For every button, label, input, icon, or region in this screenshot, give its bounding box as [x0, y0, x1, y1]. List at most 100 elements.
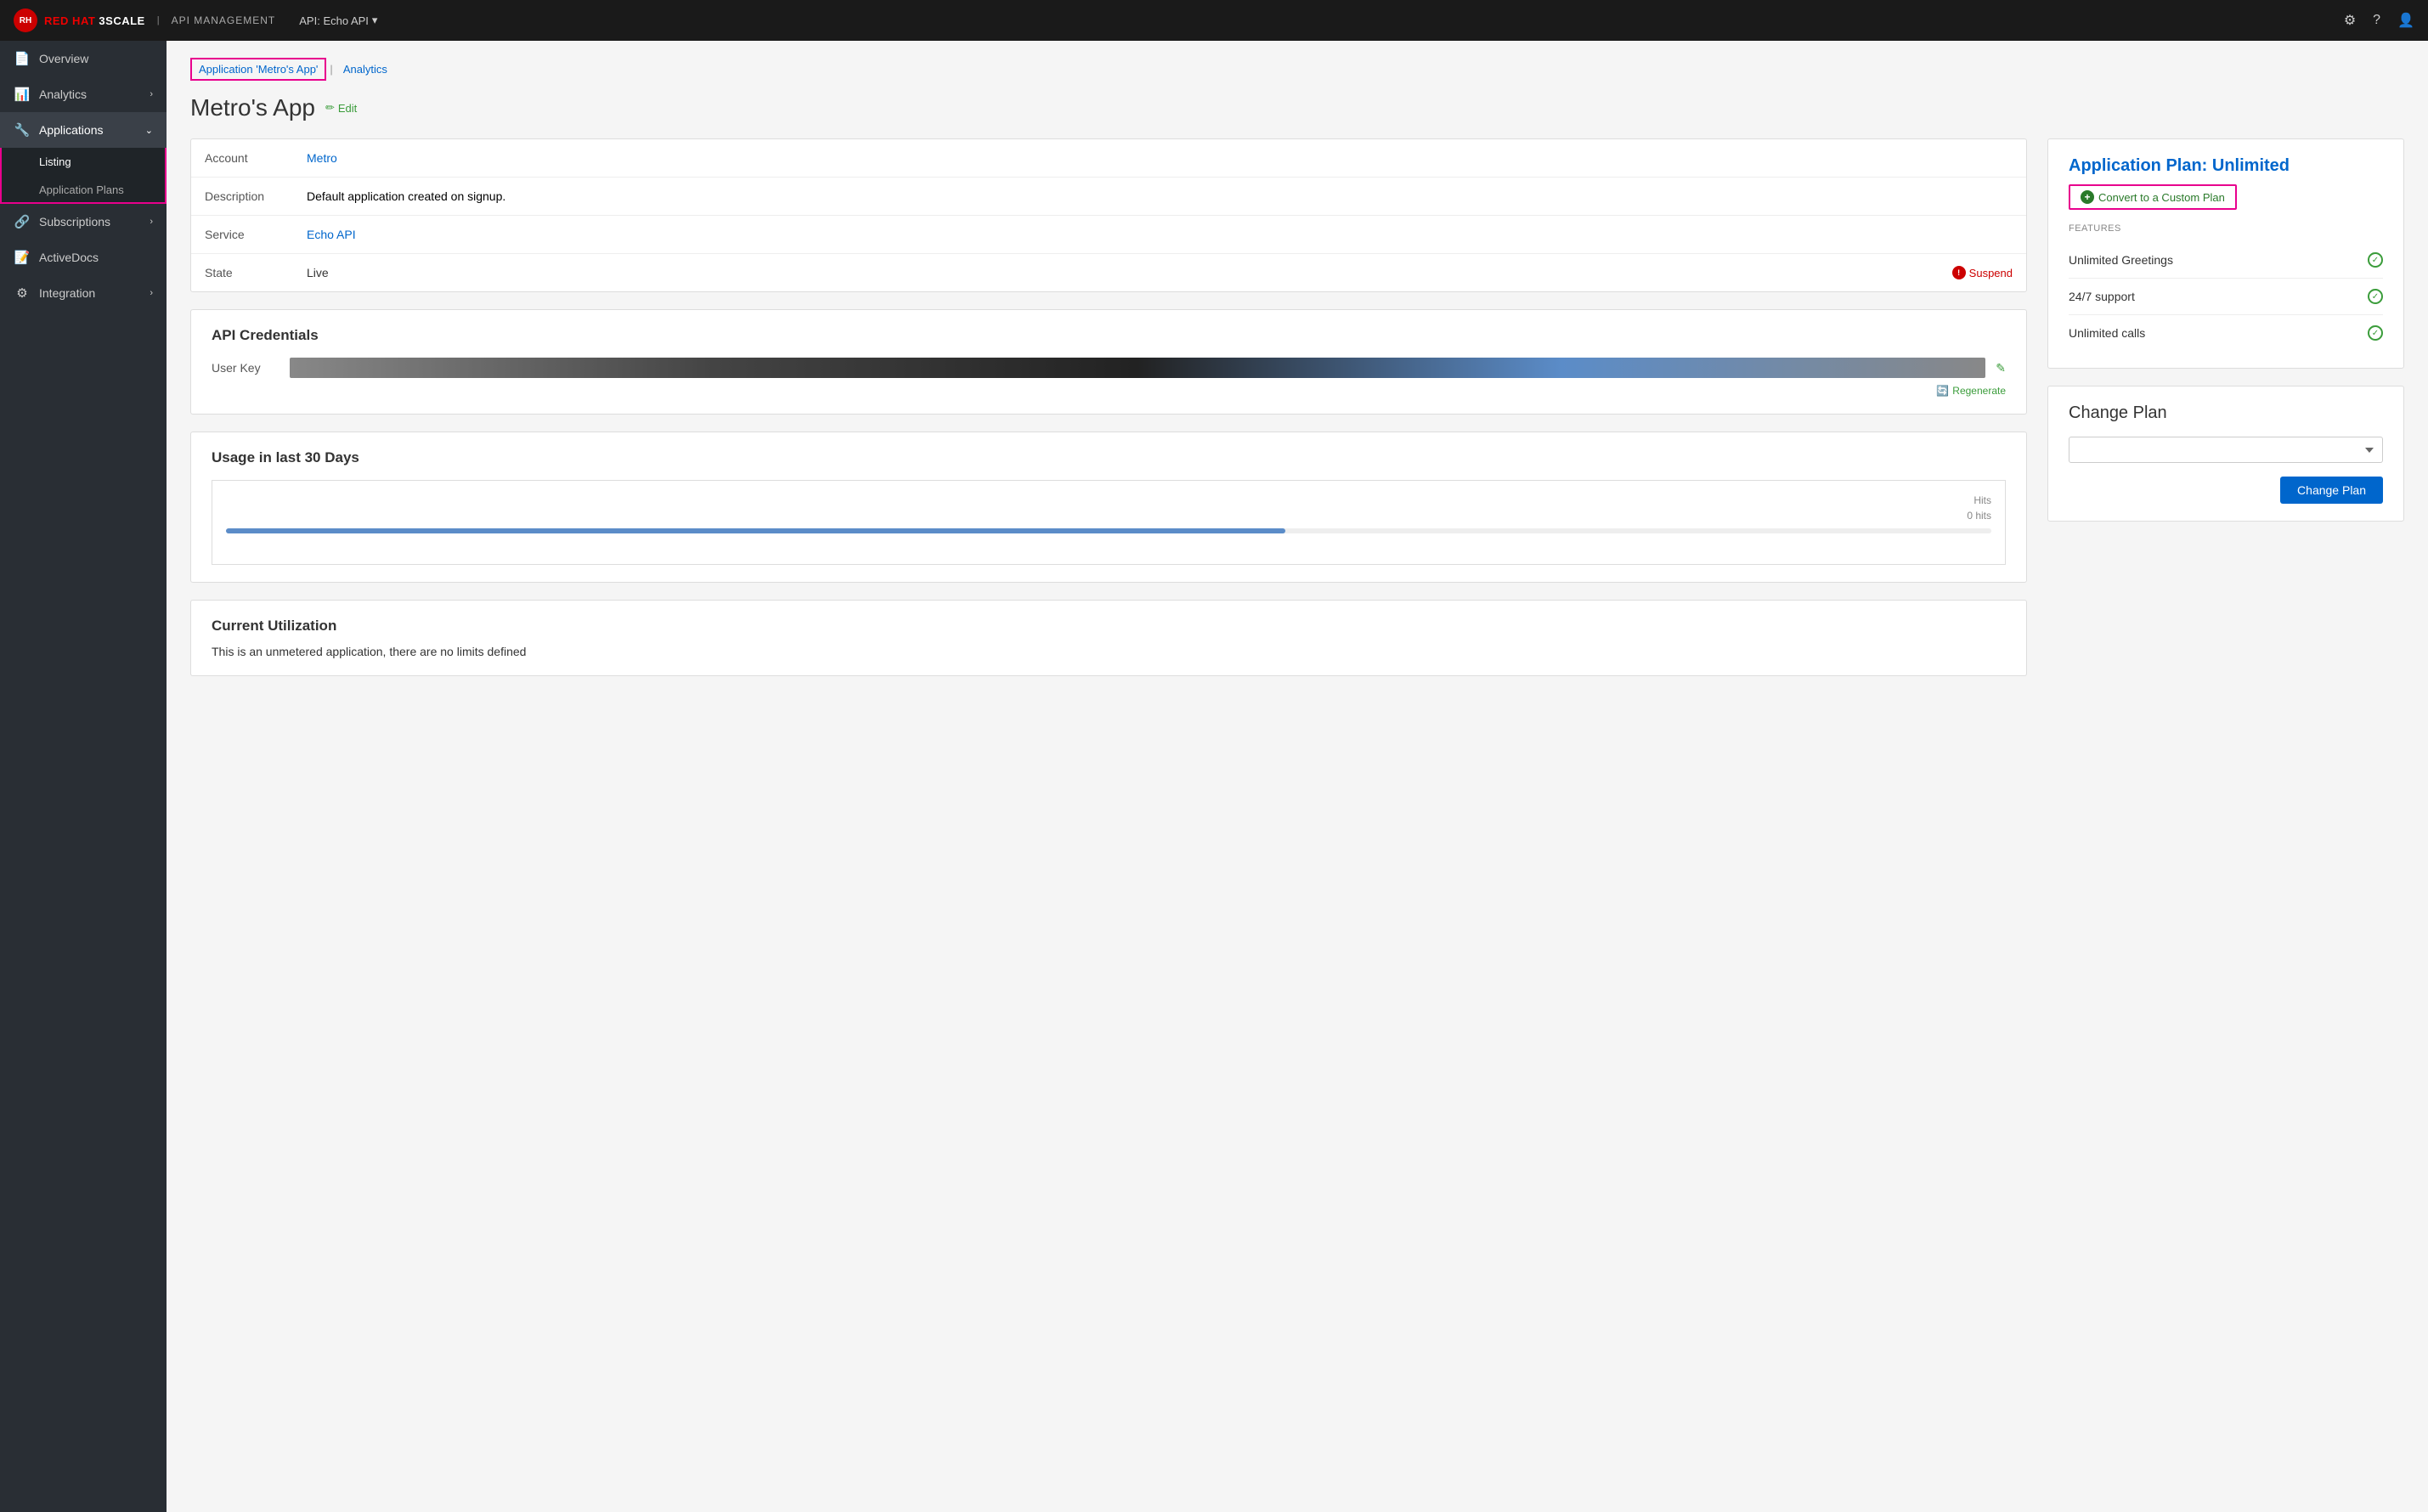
sidebar-item-label: Subscriptions: [39, 215, 110, 228]
service-label: Service: [191, 216, 293, 254]
overview-icon: 📄: [14, 51, 31, 66]
breadcrumb: Application 'Metro's App' | Analytics: [190, 58, 2404, 81]
nav-right: ⚙ ? 👤: [2344, 12, 2414, 29]
sidebar-item-analytics[interactable]: 📊 Analytics ›: [0, 76, 167, 112]
sidebar-item-label: Overview: [39, 52, 88, 65]
user-key-label: User Key: [212, 361, 280, 375]
chart-metric-label: Hits: [226, 494, 1991, 506]
breadcrumb-separator: |: [330, 63, 332, 76]
check-icon-greetings: ✓: [2368, 252, 2383, 268]
main-content: Application 'Metro's App' | Analytics Me…: [167, 41, 2428, 1512]
state-value: Live: [307, 266, 329, 279]
check-icon-support: ✓: [2368, 289, 2383, 304]
feature-row-calls: Unlimited calls ✓: [2069, 315, 2383, 351]
sidebar-item-activedocs[interactable]: 📝 ActiveDocs: [0, 240, 167, 275]
analytics-icon: 📊: [14, 87, 31, 102]
applications-submenu: Listing Application Plans: [0, 148, 167, 204]
feature-row-greetings: Unlimited Greetings ✓: [2069, 242, 2383, 279]
activedocs-icon: 📝: [14, 250, 31, 265]
description-label: Description: [191, 178, 293, 216]
table-row-service: Service Echo API: [191, 216, 2026, 254]
feature-label: Unlimited Greetings: [2069, 253, 2173, 267]
account-value[interactable]: Metro: [307, 151, 337, 165]
edit-key-icon[interactable]: ✎: [1996, 361, 2006, 375]
regenerate-icon: 🔄: [1936, 385, 1949, 397]
two-col-layout: Account Metro Description Default applic…: [190, 138, 2404, 676]
feature-label: Unlimited calls: [2069, 326, 2145, 340]
suspend-button[interactable]: ! Suspend: [1952, 266, 2013, 279]
sidebar-item-label: Applications: [39, 123, 104, 137]
description-value: Default application created on signup.: [293, 178, 2026, 216]
sidebar-item-label: Integration: [39, 286, 95, 300]
change-plan-button[interactable]: Change Plan: [2280, 477, 2383, 504]
sidebar-item-label: ActiveDocs: [39, 251, 99, 264]
account-label: Account: [191, 139, 293, 178]
sidebar-sub-item-application-plans[interactable]: Application Plans: [0, 176, 167, 204]
edit-link[interactable]: ✏ Edit: [325, 101, 357, 115]
change-plan-card: Change Plan Unlimited Change Plan: [2047, 386, 2404, 522]
sidebar: 📄 Overview 📊 Analytics › 🔧 Applications …: [0, 41, 167, 1512]
sidebar-item-overview[interactable]: 📄 Overview: [0, 41, 167, 76]
settings-icon[interactable]: ⚙: [2344, 12, 2356, 29]
table-row-description: Description Default application created …: [191, 178, 2026, 216]
chevron-right-icon: ›: [150, 89, 153, 99]
left-column: Account Metro Description Default applic…: [190, 138, 2027, 676]
chevron-right-icon: ›: [150, 288, 153, 298]
page-title: Metro's App: [190, 94, 315, 121]
table-row-state: State Live ! Suspend: [191, 254, 2026, 292]
app-layout: 📄 Overview 📊 Analytics › 🔧 Applications …: [0, 41, 2428, 1512]
subscriptions-icon: 🔗: [14, 214, 31, 229]
applications-section: 🔧 Applications ⌄ Listing Application Pla…: [0, 112, 167, 204]
convert-to-custom-plan-button[interactable]: + Convert to a Custom Plan: [2069, 184, 2237, 210]
features-label: Features: [2069, 223, 2383, 234]
user-key-value: [290, 358, 1985, 378]
regenerate-link[interactable]: 🔄 Regenerate: [1936, 385, 2006, 397]
table-row-account: Account Metro: [191, 139, 2026, 178]
utilization-text: This is an unmetered application, there …: [212, 645, 2006, 658]
change-plan-select[interactable]: Unlimited: [2069, 437, 2383, 463]
brand-name: RED HAT 3SCALE: [44, 14, 145, 27]
feature-label: 24/7 support: [2069, 290, 2135, 303]
state-label: State: [191, 254, 293, 292]
api-credentials-title: API Credentials: [212, 327, 2006, 344]
breadcrumb-analytics[interactable]: Analytics: [336, 59, 387, 79]
top-navigation: RH RED HAT 3SCALE | API MANAGEMENT API: …: [0, 0, 2428, 41]
page-title-row: Metro's App ✏ Edit: [190, 94, 2404, 121]
sidebar-item-label: Analytics: [39, 87, 87, 101]
app-details-card: Account Metro Description Default applic…: [190, 138, 2027, 292]
plan-title: Application Plan: Unlimited: [2069, 156, 2383, 176]
api-credentials-card: API Credentials User Key ✎ 🔄 Regenerat: [190, 309, 2027, 415]
breadcrumb-app-link[interactable]: Application 'Metro's App': [190, 58, 326, 81]
nav-left: RH RED HAT 3SCALE | API MANAGEMENT API: …: [14, 8, 377, 32]
check-icon-calls: ✓: [2368, 325, 2383, 341]
service-value[interactable]: Echo API: [307, 228, 356, 241]
usage-chart: Hits 0 hits: [212, 480, 2006, 565]
sidebar-item-integration[interactable]: ⚙ Integration ›: [0, 275, 167, 311]
sub-brand: API MANAGEMENT: [172, 14, 276, 26]
right-column: Application Plan: Unlimited + Convert to…: [2047, 138, 2404, 522]
logo: RH RED HAT 3SCALE | API MANAGEMENT: [14, 8, 275, 32]
plus-circle-icon: +: [2081, 190, 2094, 204]
redhat-logo-icon: RH: [14, 8, 37, 32]
sidebar-item-applications[interactable]: 🔧 Applications ⌄: [0, 112, 167, 148]
utilization-title: Current Utilization: [212, 618, 2006, 635]
chevron-down-icon: ⌄: [145, 125, 153, 136]
chart-bar-fill: [226, 528, 1285, 533]
api-selector[interactable]: API: Echo API ▾: [299, 14, 377, 27]
user-icon[interactable]: 👤: [2397, 12, 2414, 29]
sidebar-sub-item-listing[interactable]: Listing: [0, 148, 167, 176]
chart-metric-value: 0 hits: [226, 510, 1991, 522]
sidebar-item-subscriptions[interactable]: 🔗 Subscriptions ›: [0, 204, 167, 240]
change-plan-title: Change Plan: [2048, 386, 2403, 423]
edit-pencil-icon: ✏: [325, 101, 335, 115]
integration-icon: ⚙: [14, 285, 31, 301]
app-info-table: Account Metro Description Default applic…: [191, 139, 2026, 291]
chevron-down-icon: ▾: [372, 14, 378, 27]
credential-row: User Key ✎: [212, 358, 2006, 378]
help-icon[interactable]: ?: [2373, 13, 2380, 28]
chart-bar-track: [226, 528, 1991, 533]
application-plan-card: Application Plan: Unlimited + Convert to…: [2047, 138, 2404, 369]
applications-icon: 🔧: [14, 122, 31, 138]
feature-row-support: 24/7 support ✓: [2069, 279, 2383, 315]
suspend-icon: !: [1952, 266, 1966, 279]
